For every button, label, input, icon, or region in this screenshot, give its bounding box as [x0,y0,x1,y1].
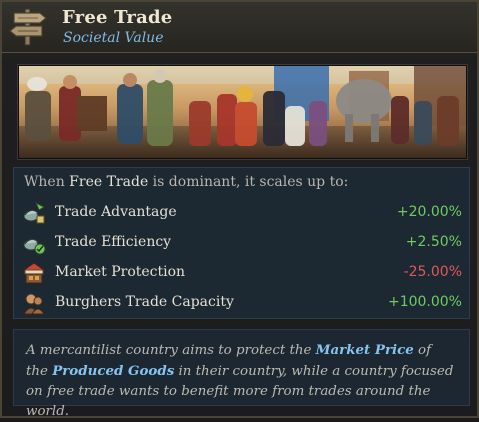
effect-row-trade-efficiency[interactable]: Trade Efficiency +2.50% [22,231,462,255]
intro-text-before: When [24,174,70,190]
market-stall-icon [22,261,46,285]
market-price-link[interactable]: Market Price [316,342,414,358]
effect-label: Market Protection [55,264,186,280]
effect-value: +20.00% [396,204,462,220]
tooltip-title: Free Trade [62,7,173,28]
effects-box: When Free Trade is dominant, it scales u… [13,167,470,319]
tooltip-subtitle: Societal Value [63,30,164,46]
intro-text-after: is dominant, it scales up to: [148,174,349,190]
burghers-icon [22,291,46,315]
effect-label: Trade Advantage [55,204,177,220]
intro-highlight: Free Trade [69,174,149,190]
effect-label: Burghers Trade Capacity [55,294,234,310]
effect-value: -25.00% [403,264,462,280]
effect-row-burghers-trade-capacity[interactable]: Burghers Trade Capacity +100.00% [22,291,462,315]
tooltip-panel: Free Trade Societal Value When Free Trad… [0,0,479,419]
description-text: A mercantilist country aims to protect t… [26,343,316,358]
effect-value: +2.50% [405,234,462,250]
signpost-icon [6,6,50,46]
tooltip-header: Free Trade Societal Value [2,2,477,53]
produced-goods-link[interactable]: Produced Goods [52,363,174,379]
effect-label: Trade Efficiency [55,234,172,250]
marketplace-illustration [18,65,467,159]
effect-row-trade-advantage[interactable]: Trade Advantage +20.00% [22,201,462,225]
effect-value: +100.00% [387,294,462,310]
trade-efficiency-icon [22,231,46,255]
trade-advantage-icon [22,201,46,225]
effect-row-market-protection[interactable]: Market Protection -25.00% [22,261,462,285]
description-box: A mercantilist country aims to protect t… [13,329,470,419]
effects-intro: When Free Trade is dominant, it scales u… [24,174,348,190]
